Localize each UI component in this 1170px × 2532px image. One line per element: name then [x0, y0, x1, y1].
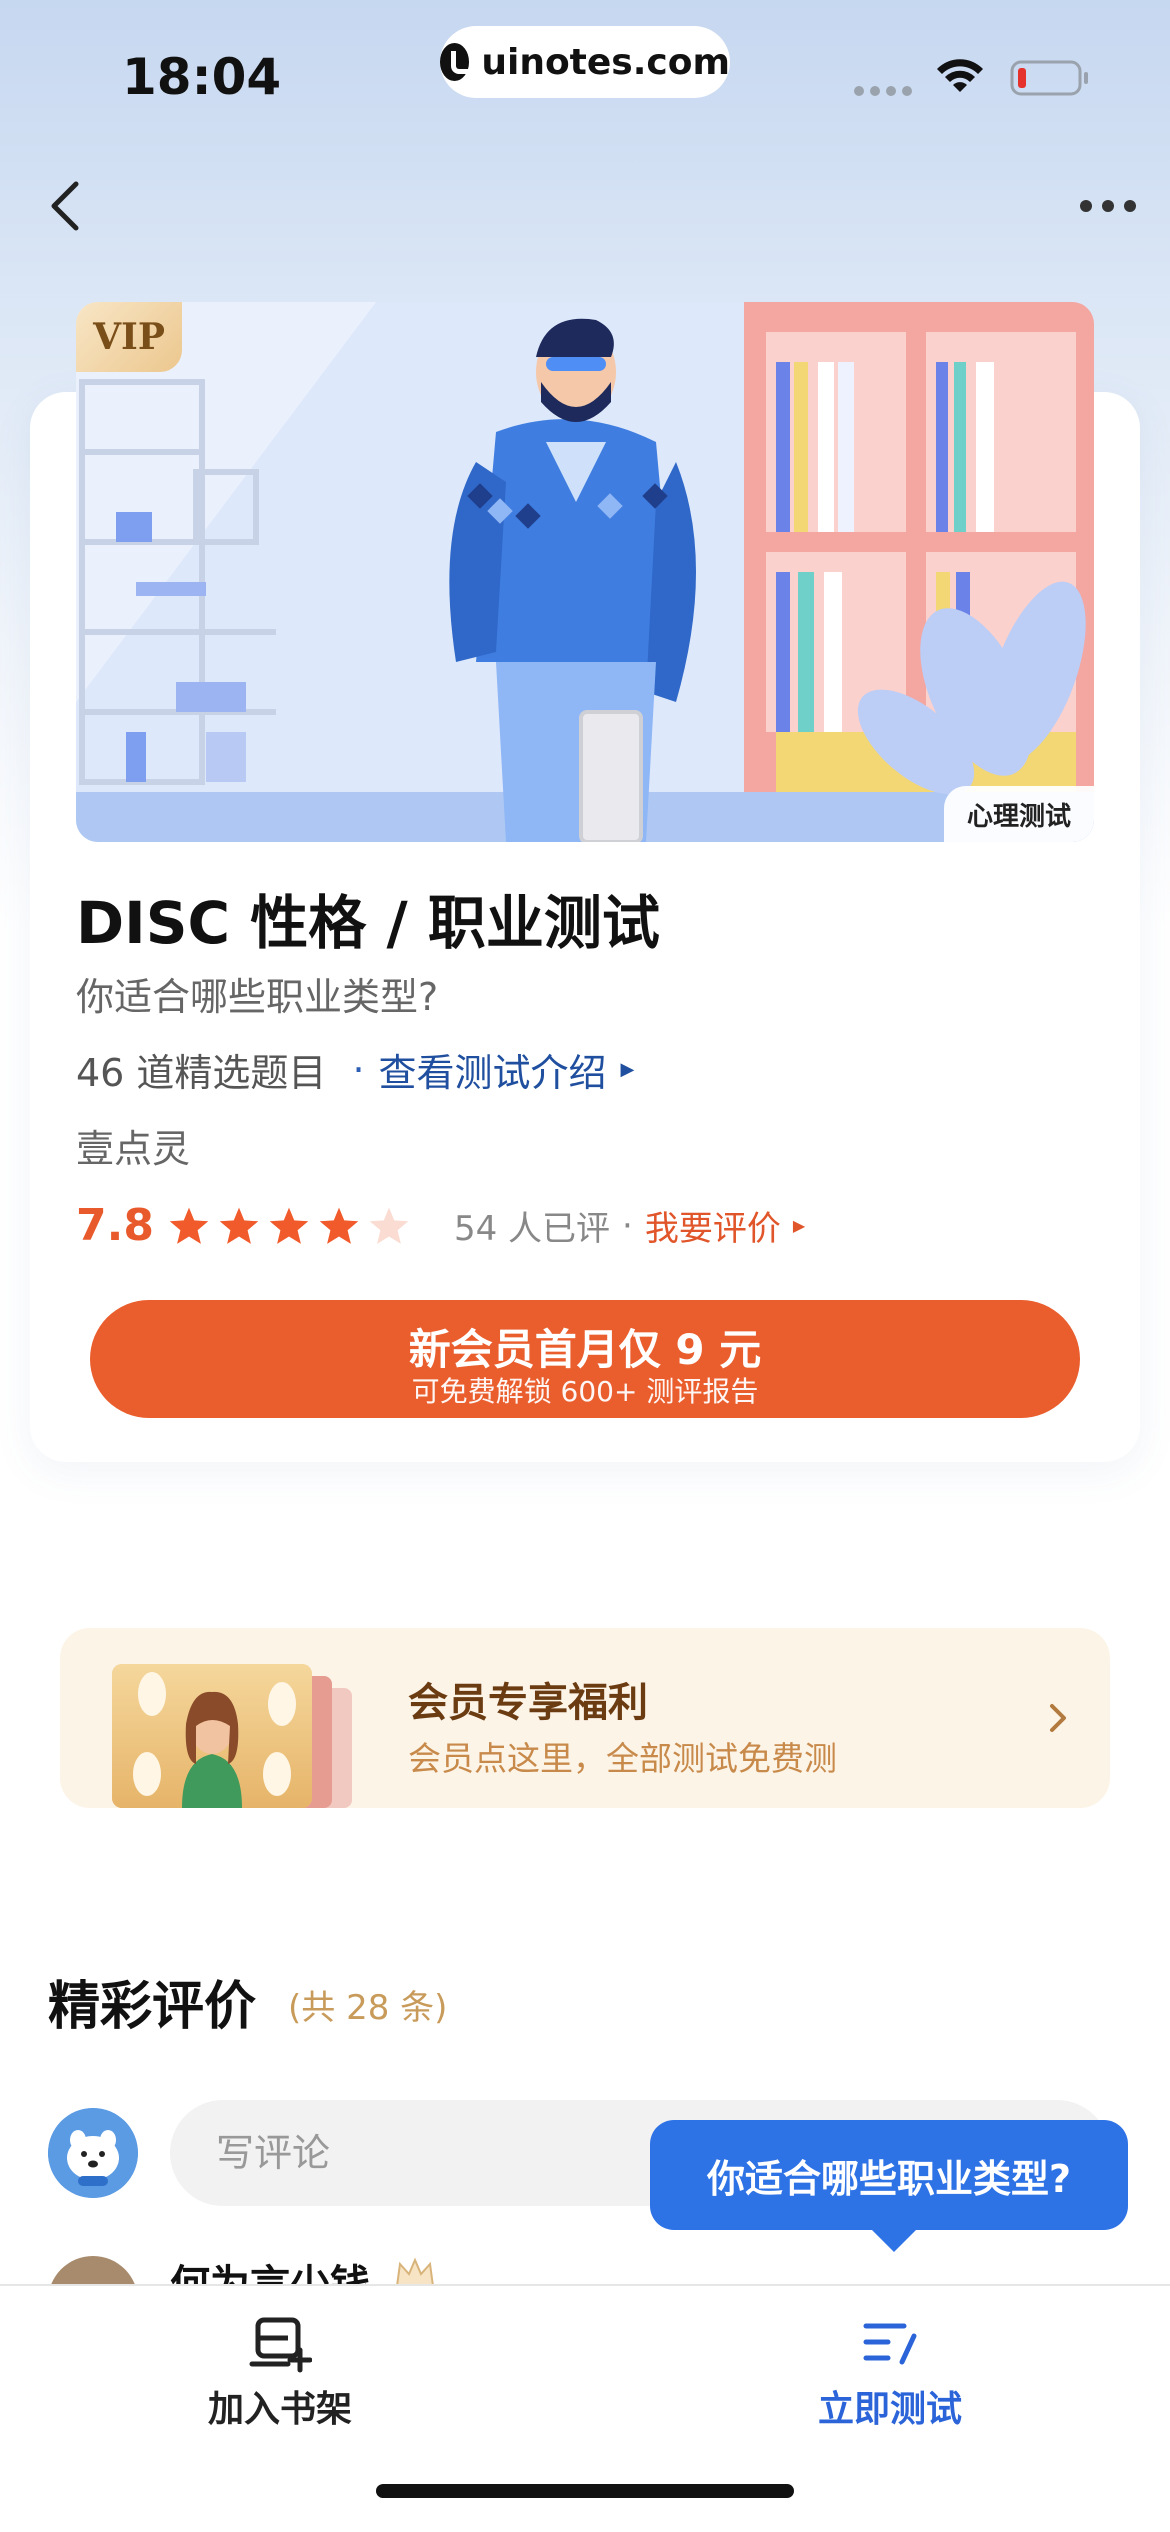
cellular-signal-icon	[854, 86, 912, 96]
chevron-right-icon	[1050, 1704, 1066, 1732]
test-subtitle: 你适合哪些职业类型?	[76, 975, 439, 1019]
rating-count: 54 人已评	[453, 1209, 611, 1249]
home-indicator	[376, 2484, 794, 2498]
status-time: 18:04	[122, 48, 282, 106]
wifi-icon	[937, 59, 983, 92]
rating-score: 7.8	[76, 1200, 154, 1251]
membership-cta-button[interactable]: 新会员首月仅 9 元 可免费解锁 600+ 测评报告	[90, 1300, 1080, 1418]
reviews-count: (共 28 条)	[288, 1988, 448, 2028]
half-star-icon	[369, 1207, 409, 1244]
rate-link[interactable]: 我要评价	[645, 1201, 781, 1250]
star-icon	[319, 1207, 359, 1244]
hero-illustration	[76, 302, 1094, 842]
url-pill[interactable]: uinotes.com	[440, 26, 730, 98]
add-to-shelf-button[interactable]: 加入书架	[130, 2304, 430, 2444]
star-icon	[219, 1207, 259, 1244]
benefit-subtitle: 会员点这里，全部测试免费测	[408, 1739, 837, 1778]
rating-stars	[168, 1205, 410, 1247]
benefit-illustration	[112, 1664, 352, 1808]
start-test-label: 立即测试	[817, 2389, 962, 2430]
reviews-title: 精彩评价	[48, 1977, 257, 2037]
meta-separator: ·	[352, 1047, 365, 1092]
cta-main-text: 新会员首月仅 9 元	[408, 1325, 762, 1374]
chevron-left-icon[interactable]	[46, 178, 86, 234]
question-tooltip[interactable]: 你适合哪些职业类型?	[650, 2120, 1128, 2252]
meta-row: 46 道精选题目 · 查看测试介绍 ▶	[76, 1042, 634, 1097]
test-list-icon	[863, 2323, 917, 2365]
star-icon	[169, 1207, 209, 1244]
member-benefit-banner[interactable]: 会员专享福利 会员点这里，全部测试免费测	[60, 1628, 1110, 1808]
triangle-right-icon: ▶	[620, 1059, 635, 1080]
battery-icon	[1010, 60, 1088, 96]
question-count: 46 道精选题目	[76, 1051, 327, 1095]
star-icon	[269, 1207, 309, 1244]
author-name[interactable]: 壹点灵	[76, 1118, 190, 1173]
cta-sub-text: 可免费解锁 600+ 测评报告	[411, 1375, 759, 1408]
user-avatar	[48, 2108, 138, 2198]
start-test-button[interactable]: 立即测试	[740, 2304, 1040, 2444]
category-tag: 心理测试	[944, 786, 1094, 842]
url-text: uinotes.com	[481, 41, 730, 83]
rating-row: 7.8 54 人已评 · 我要评价 ▶	[76, 1200, 805, 1251]
vip-badge: VIP	[76, 302, 182, 372]
add-bookshelf-icon	[249, 2317, 312, 2373]
rating-separator: ·	[622, 1205, 633, 1246]
more-horizontal-icon[interactable]	[1080, 200, 1136, 212]
test-title: DISC 性格 / 职业测试	[76, 889, 660, 957]
add-to-shelf-label: 加入书架	[207, 2389, 352, 2430]
view-intro-link[interactable]: 查看测试介绍	[379, 1042, 607, 1097]
triangle-right-icon: ▶	[792, 1216, 806, 1235]
site-logo-icon	[440, 43, 478, 81]
benefit-title: 会员专享福利	[408, 1680, 648, 1726]
